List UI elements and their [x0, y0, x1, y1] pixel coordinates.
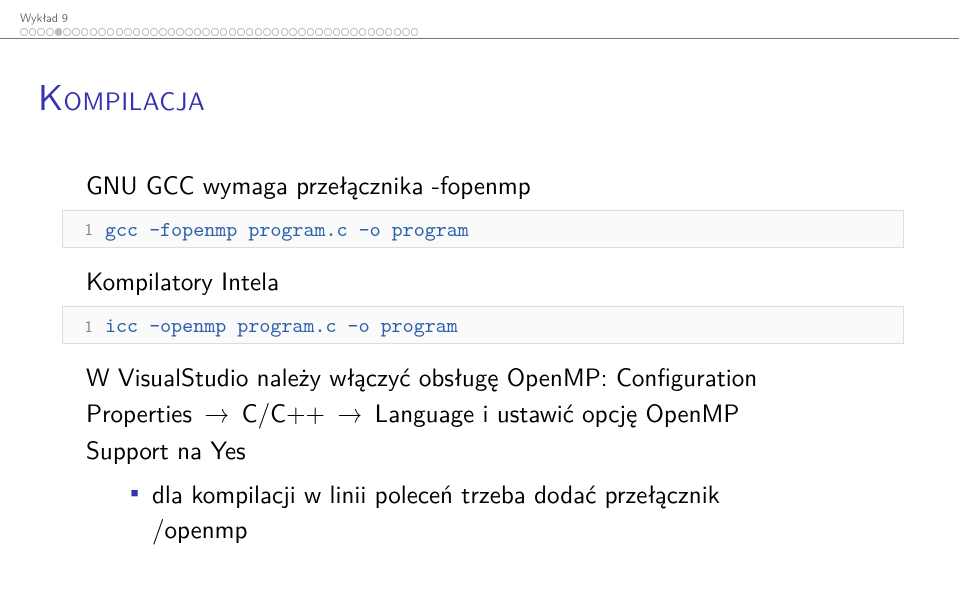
progress-dot — [98, 28, 106, 36]
progress-dot — [133, 28, 141, 36]
arrow-icon: → — [200, 394, 233, 430]
progress-dot — [341, 28, 349, 36]
progress-dot — [376, 28, 384, 36]
progress-dot — [272, 28, 280, 36]
sub-line2: /openmp — [152, 509, 247, 546]
progress-dot — [185, 28, 193, 36]
intel-text: Kompilatory Intela — [86, 262, 904, 298]
progress-dot — [350, 28, 358, 36]
sublist-item: dla kompilacji w linii poleceń trzeba do… — [126, 475, 904, 545]
intel-code-block: 1 icc -openmp program.c -o program — [62, 306, 904, 344]
gnu-code-block: 1 gcc -fopenmp program.c -o program — [62, 210, 904, 248]
progress-dot — [315, 28, 323, 36]
progress-dot — [359, 28, 367, 36]
vs-line2c: Language i ustawić opcję OpenMP — [366, 393, 739, 430]
progress-dot — [229, 28, 237, 36]
progress-dot — [255, 28, 263, 36]
vs-line3: Support na Yes — [86, 430, 246, 467]
vs-line2b: C/C++ — [233, 393, 333, 430]
progress-dot — [159, 28, 167, 36]
progress-dot — [307, 28, 315, 36]
progress-dot — [324, 28, 332, 36]
progress-dot — [150, 28, 158, 36]
progress-dot — [298, 28, 306, 36]
progress-dot — [29, 28, 37, 36]
progress-dot — [194, 28, 202, 36]
progress-dot — [20, 28, 28, 36]
progress-dot — [237, 28, 245, 36]
section-title: Wykład 9 — [20, 8, 959, 26]
slide-title: Kompilacja — [38, 69, 904, 122]
progress-dot — [116, 28, 124, 36]
progress-dot — [63, 28, 71, 36]
progress-dot — [402, 28, 410, 36]
progress-dot — [411, 28, 419, 36]
progress-dot — [37, 28, 45, 36]
progress-dot — [90, 28, 98, 36]
progress-dot — [72, 28, 80, 36]
progress-dot — [81, 28, 89, 36]
progress-dot — [46, 28, 54, 36]
progress-dot — [394, 28, 402, 36]
sublist: dla kompilacji w linii poleceń trzeba do… — [126, 475, 904, 545]
arrow-icon: → — [333, 394, 366, 430]
progress-dot — [220, 28, 228, 36]
progress-dot — [385, 28, 393, 36]
progress-dot — [368, 28, 376, 36]
progress-dot — [124, 28, 132, 36]
progress-dot — [246, 28, 254, 36]
progress-dot — [55, 28, 63, 36]
progress-dot — [281, 28, 289, 36]
progress-dot — [333, 28, 341, 36]
code-line-number: 1 — [63, 313, 105, 338]
vs-line1: W VisualStudio należy włączyć obsługę Op… — [86, 357, 757, 394]
visualstudio-paragraph: W VisualStudio należy włączyć obsługę Op… — [86, 358, 904, 467]
vs-line2a: Properties — [86, 393, 200, 430]
progress-dot — [142, 28, 150, 36]
progress-dot — [263, 28, 271, 36]
sub-line1: dla kompilacji w linii poleceń trzeba do… — [152, 474, 720, 511]
progress-dot — [289, 28, 297, 36]
code-line-number: 1 — [63, 216, 105, 241]
progress-dots — [20, 28, 959, 36]
slide-header: Wykład 9 — [0, 0, 959, 36]
progress-dot — [176, 28, 184, 36]
gnu-text: GNU GCC wymaga przełącznika -fopenmp — [86, 166, 904, 202]
progress-dot — [107, 28, 115, 36]
intel-code: icc -openmp program.c -o program — [105, 311, 458, 339]
gnu-code: gcc -fopenmp program.c -o program — [105, 215, 469, 243]
progress-dot — [211, 28, 219, 36]
progress-dot — [168, 28, 176, 36]
progress-dot — [202, 28, 210, 36]
